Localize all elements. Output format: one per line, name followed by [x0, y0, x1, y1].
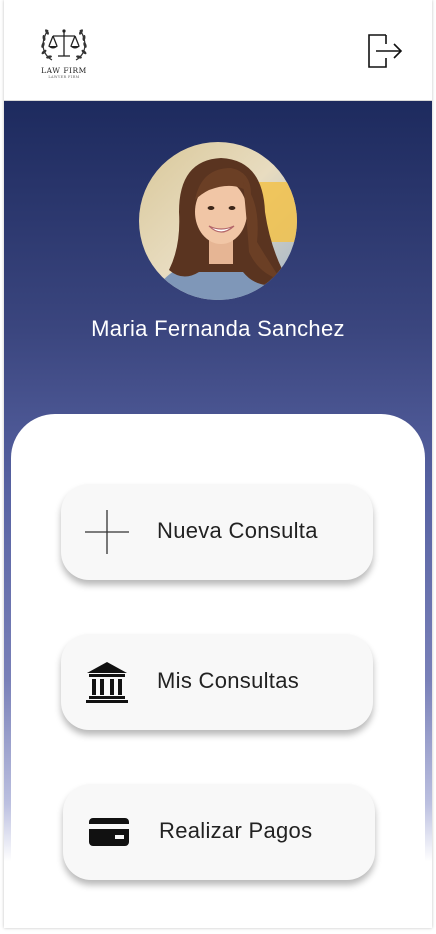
app-frame: LAW FIRM LAWYER FIRM Maria Fernanda Sanc… — [4, 0, 432, 928]
scales-of-justice-icon — [41, 29, 87, 61]
new-consultation-label: Nueva Consulta — [157, 518, 318, 543]
logo-subtext: LAWYER FIRM — [48, 75, 80, 79]
profile-avatar — [139, 142, 297, 300]
logo-text: LAW FIRM — [41, 66, 87, 75]
my-consultations-button[interactable]: Mis Consultas — [61, 634, 373, 730]
logout-button[interactable] — [364, 32, 404, 70]
new-consultation-button[interactable]: Nueva Consulta — [61, 484, 373, 580]
make-payments-label: Realizar Pagos — [159, 818, 313, 843]
my-consultations-label: Mis Consultas — [157, 668, 300, 693]
user-name: Maria Fernanda Sanchez — [91, 316, 345, 341]
make-payments-button[interactable]: Realizar Pagos — [63, 784, 375, 880]
avatar-photo — [139, 142, 297, 300]
app-header: LAW FIRM LAWYER FIRM — [4, 0, 432, 101]
menu-card: Nueva Consulta Mis Consultas Realizar Pa… — [11, 414, 425, 928]
law-firm-logo: LAW FIRM LAWYER FIRM — [34, 24, 94, 80]
bank-icon — [86, 662, 128, 703]
profile-hero: Maria Fernanda Sanchez Nueva Consulta Mi… — [4, 100, 432, 928]
plus-icon — [85, 510, 129, 554]
credit-card-icon — [89, 818, 129, 846]
logout-icon — [368, 34, 403, 68]
